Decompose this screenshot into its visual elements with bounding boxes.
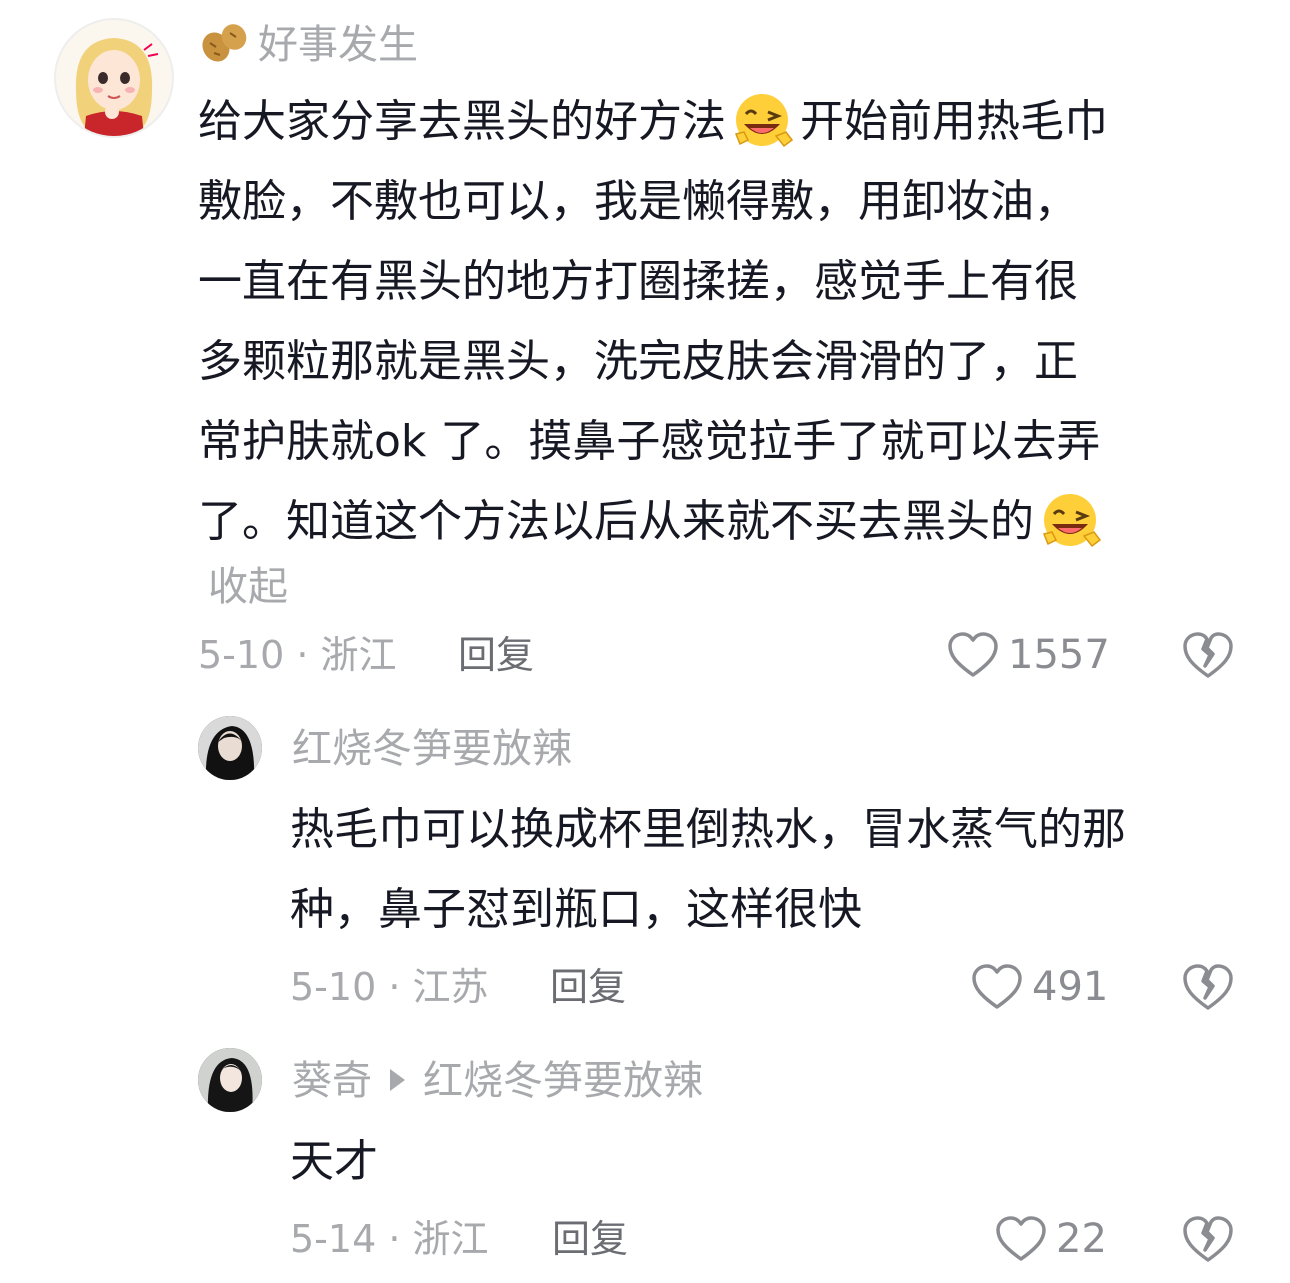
- reply-button[interactable]: 回复: [550, 962, 626, 1012]
- broken-heart-icon: [1183, 1216, 1233, 1262]
- broken-heart-icon: [1183, 632, 1233, 678]
- comment-text: 热毛巾可以换成杯里倒热水，冒水蒸气的那 种，鼻子怼到瓶口，这样很快: [290, 790, 1250, 950]
- username[interactable]: 好事发生: [200, 20, 418, 70]
- dislike-button[interactable]: [1182, 630, 1234, 680]
- comment-line: 种，鼻子怼到瓶口，这样很快: [290, 884, 862, 935]
- avatar[interactable]: [54, 18, 174, 138]
- dislike-button[interactable]: [1182, 1214, 1234, 1264]
- reply-button[interactable]: 回复: [552, 1214, 628, 1264]
- comment-line: 了。知道这个方法以后从来就不买去黑头的: [198, 482, 1248, 562]
- date-location: 5-14 · 浙江: [290, 1217, 489, 1261]
- reply-button[interactable]: 回复: [458, 630, 534, 680]
- date-location: 5-10 · 江苏: [290, 965, 489, 1009]
- heart-icon: [948, 632, 998, 677]
- comment-line: 一直在有黑头的地方打圈揉搓，感觉手上有很: [198, 256, 1078, 307]
- comment-line: 天才: [290, 1136, 378, 1187]
- username[interactable]: 红烧冬笋要放辣: [292, 724, 572, 774]
- commenter-name[interactable]: 葵奇: [292, 1058, 372, 1104]
- comment-line: 给大家分享去黑头的好方法 开始前用热毛巾: [198, 82, 1248, 162]
- comment-line: 敷脸，不敷也可以，我是懒得敷，用卸妆油，: [198, 176, 1078, 227]
- collapse-button[interactable]: 收起: [208, 562, 288, 612]
- broken-heart-icon: [1183, 964, 1233, 1010]
- peanut-icon: [200, 21, 250, 65]
- comment-line: 多颗粒那就是黑头，洗完皮肤会滑滑的了，正: [198, 336, 1078, 387]
- like-button[interactable]: 22: [994, 1214, 1107, 1264]
- grinning-wink-emoji-icon: [730, 90, 796, 150]
- avatar[interactable]: [198, 1048, 262, 1112]
- reply-to-name[interactable]: 红烧冬笋要放辣: [423, 1058, 703, 1104]
- like-count: 491: [1032, 964, 1109, 1010]
- heart-icon: [972, 964, 1022, 1009]
- avatar[interactable]: [198, 716, 262, 780]
- grinning-wink-emoji-icon: [1038, 490, 1104, 550]
- cartoon-girl-avatar-icon: [56, 20, 172, 136]
- username: 葵奇 红烧冬笋要放辣: [292, 1056, 703, 1106]
- comment-line: 常护肤就ok 了。摸鼻子感觉拉手了就可以去弄: [198, 416, 1101, 467]
- reply-arrow-icon: [390, 1069, 405, 1091]
- like-count: 22: [1056, 1216, 1107, 1262]
- dislike-button[interactable]: [1182, 962, 1234, 1012]
- comment-text: 给大家分享去黑头的好方法 开始前用热毛巾 敷脸，不敷也可以，我是懒得敷，用卸妆油…: [198, 82, 1248, 562]
- like-count: 1557: [1008, 632, 1110, 678]
- girl-photo-avatar-icon: [198, 1048, 262, 1112]
- date-location: 5-10 · 浙江: [198, 633, 397, 677]
- comment-text: 天才: [290, 1122, 1250, 1202]
- girl-photo-avatar-icon: [198, 716, 262, 780]
- like-button[interactable]: 491: [970, 962, 1108, 1012]
- comment-line: 热毛巾可以换成杯里倒热水，冒水蒸气的那: [290, 804, 1126, 855]
- like-button[interactable]: 1557: [946, 630, 1110, 680]
- heart-icon: [996, 1216, 1046, 1261]
